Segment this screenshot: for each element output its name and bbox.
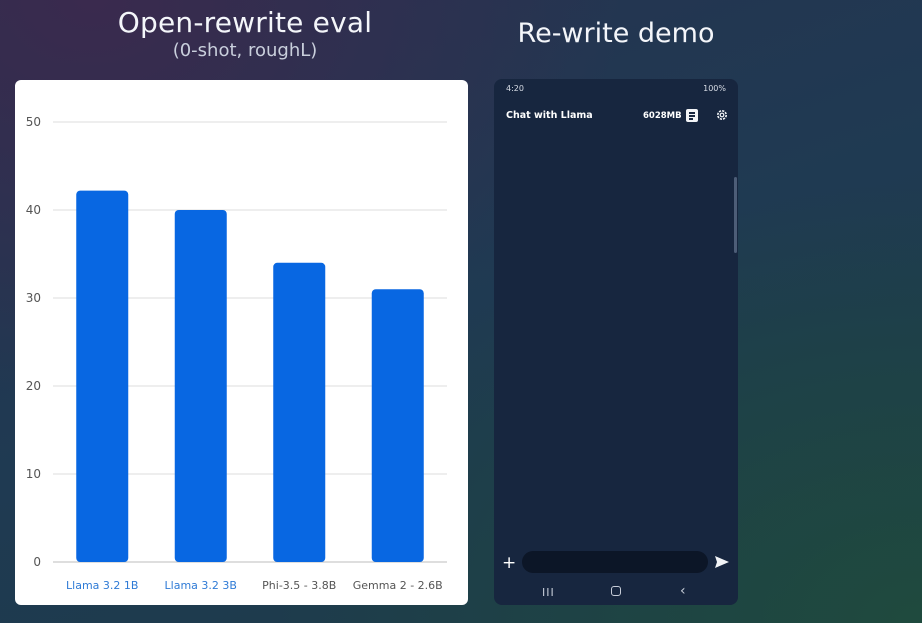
bar-chart: 0 10 20 30 40 50 Llama 3.2 1B Llama 3.2 3B Phi-3… <box>26 115 447 592</box>
status-time: 4:20 <box>506 84 524 93</box>
memory-usage: 6028MB <box>643 111 682 121</box>
scrollbar[interactable] <box>734 177 737 253</box>
document-icon[interactable] <box>686 109 698 122</box>
plus-icon[interactable]: + <box>502 553 516 573</box>
y-tick-label: 20 <box>26 379 41 393</box>
nav-recent-apps[interactable]: III <box>542 586 555 599</box>
chart-card: 0 10 20 30 40 50 Llama 3.2 1B Llama 3.2 3B Phi-3… <box>15 80 468 605</box>
demo-title: Re-write demo <box>517 18 715 49</box>
bar <box>174 210 227 562</box>
y-tick-label: 50 <box>26 115 41 129</box>
y-tick-label: 0 <box>33 555 41 569</box>
status-battery: 100% <box>703 84 726 93</box>
x-tick-label: Gemma 2 - 2.6B <box>353 579 443 592</box>
chat-input[interactable] <box>522 551 708 573</box>
bar <box>76 190 129 562</box>
gear-icon[interactable] <box>715 108 729 122</box>
chart-subtitle: (0-shot, roughL) <box>172 40 318 61</box>
nav-home[interactable] <box>611 586 621 596</box>
status-bar: 4:20 100% <box>506 84 726 96</box>
send-icon[interactable] <box>715 556 729 568</box>
nav-back[interactable]: ‹ <box>680 583 686 599</box>
x-tick-label: Llama 3.2 1B <box>66 579 138 592</box>
y-tick-label: 10 <box>26 467 41 481</box>
chart-title: Open-rewrite eval <box>117 6 373 39</box>
y-tick-label: 30 <box>26 291 41 305</box>
bar <box>273 262 326 562</box>
x-tick-label: Phi-3.5 - 3.8B <box>262 579 336 592</box>
bar <box>371 289 424 562</box>
app-title: Chat with Llama <box>506 110 593 121</box>
y-tick-label: 40 <box>26 203 41 217</box>
phone-screen: 4:20 100% Chat with Llama 6028MB + III ‹ <box>494 79 738 605</box>
x-tick-label: Llama 3.2 3B <box>165 579 237 592</box>
